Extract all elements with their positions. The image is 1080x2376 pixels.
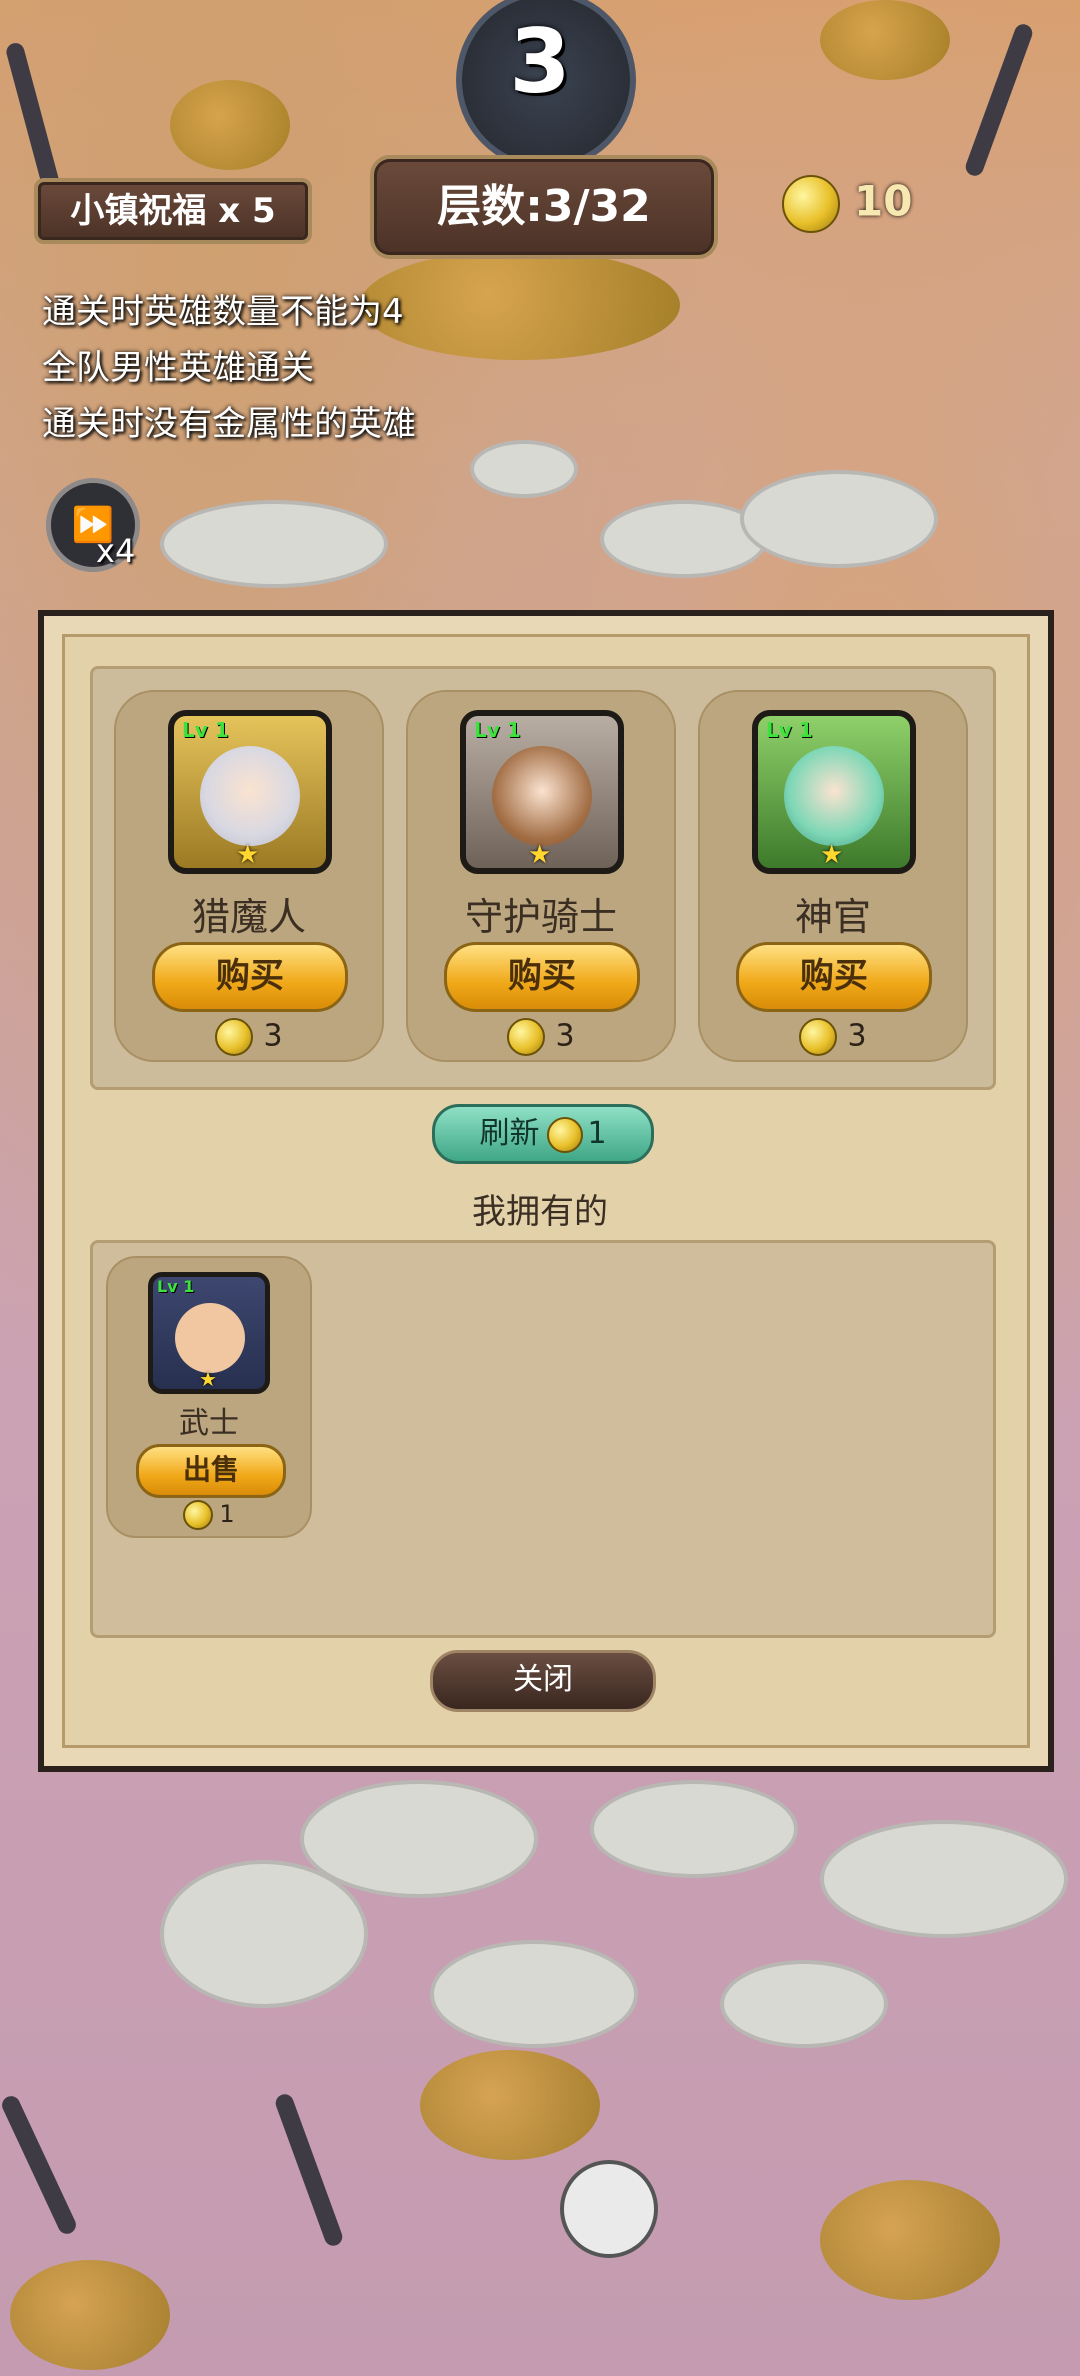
coin-icon (547, 1116, 584, 1153)
gold-amount: 10 (854, 176, 913, 226)
rock-decoration (720, 1960, 888, 2048)
rock-decoration (820, 1820, 1068, 1938)
star-icon: ★ (236, 840, 260, 870)
sell-button[interactable]: 出售 (136, 1444, 286, 1498)
buy-button[interactable]: 购买 (152, 942, 348, 1012)
condition-text: 通关时没有金属性的英雄 (42, 404, 416, 444)
hero-portrait[interactable]: Lv 1 ★ (168, 710, 332, 874)
star-icon: ★ (820, 840, 844, 870)
hero-level: Lv 1 (766, 718, 813, 742)
hero-avatar (784, 746, 884, 846)
condition-text: 通关时英雄数量不能为4 (42, 292, 404, 332)
bush-decoration (820, 0, 950, 80)
bush-decoration (170, 80, 290, 170)
bush-decoration (360, 250, 680, 360)
bush-decoration (10, 2260, 170, 2370)
rock-decoration (740, 470, 938, 568)
hero-price: 3 (408, 1018, 674, 1056)
blessing-badge[interactable]: 小镇祝福 x 5 (34, 178, 312, 244)
rock-decoration (430, 1940, 638, 2048)
floor-indicator: 层数:3/32 (370, 155, 718, 259)
hero-portrait[interactable]: Lv 1 ★ (752, 710, 916, 874)
coin-icon (215, 1018, 254, 1056)
hero-name: 猎魔人 (191, 895, 306, 939)
hero-portrait[interactable]: Lv 1 ★ (460, 710, 624, 874)
refresh-label: 刷新 (479, 1116, 540, 1151)
hero-price-value: 3 (555, 1018, 575, 1054)
hero-avatar (200, 746, 300, 846)
rock-decoration (160, 500, 388, 588)
rock-decoration (590, 1780, 798, 1878)
hero-card: Lv 1 ★ 神官 购买 3 (698, 690, 968, 1062)
coin-icon (782, 175, 840, 233)
rock-decoration (160, 1860, 368, 2008)
star-icon: ★ (528, 840, 552, 870)
hero-price-value: 3 (847, 1018, 867, 1054)
speed-multiplier: x4 (96, 532, 136, 570)
star-icon: ★ (199, 1367, 217, 1391)
hero-name: 守护骑士 (464, 895, 617, 939)
hero-name: 神官 (794, 895, 871, 939)
owned-hero-portrait[interactable]: Lv 1 ★ (148, 1272, 270, 1394)
rock-decoration (470, 440, 578, 498)
skull-icon (560, 2160, 658, 2258)
bush-decoration (820, 2180, 1000, 2300)
hero-avatar (492, 746, 592, 846)
hero-level: Lv 1 (157, 1277, 195, 1296)
condition-text: 全队男性英雄通关 (42, 348, 314, 388)
owned-hero-card: Lv 1 ★ 武士 出售 1 (106, 1256, 312, 1538)
hero-price: 3 (700, 1018, 966, 1056)
coin-icon (799, 1018, 838, 1056)
buy-button[interactable]: 购买 (444, 942, 640, 1012)
hero-card: Lv 1 ★ 守护骑士 购买 3 (406, 690, 676, 1062)
sell-price: 1 (108, 1500, 310, 1530)
hero-avatar (175, 1303, 245, 1373)
hero-price-value: 3 (263, 1018, 283, 1054)
hero-card: Lv 1 ★ 猎魔人 购买 3 (114, 690, 384, 1062)
gold-counter: 10 (782, 175, 912, 233)
sell-price-value: 1 (219, 1500, 235, 1528)
buy-button[interactable]: 购买 (736, 942, 932, 1012)
close-button[interactable]: 关闭 (430, 1650, 656, 1712)
refresh-cost: 1 (587, 1116, 607, 1151)
coin-icon (183, 1500, 214, 1530)
refresh-button[interactable]: 刷新 1 (432, 1104, 654, 1164)
hero-level: Lv 1 (474, 718, 521, 742)
bush-decoration (420, 2050, 600, 2160)
owned-title: 我拥有的 (472, 1192, 608, 1232)
coin-icon (507, 1018, 546, 1056)
hero-price: 3 (116, 1018, 382, 1056)
owned-hero-name: 武士 (179, 1406, 239, 1441)
hero-level: Lv 1 (182, 718, 229, 742)
wave-number: 3 (509, 10, 571, 113)
